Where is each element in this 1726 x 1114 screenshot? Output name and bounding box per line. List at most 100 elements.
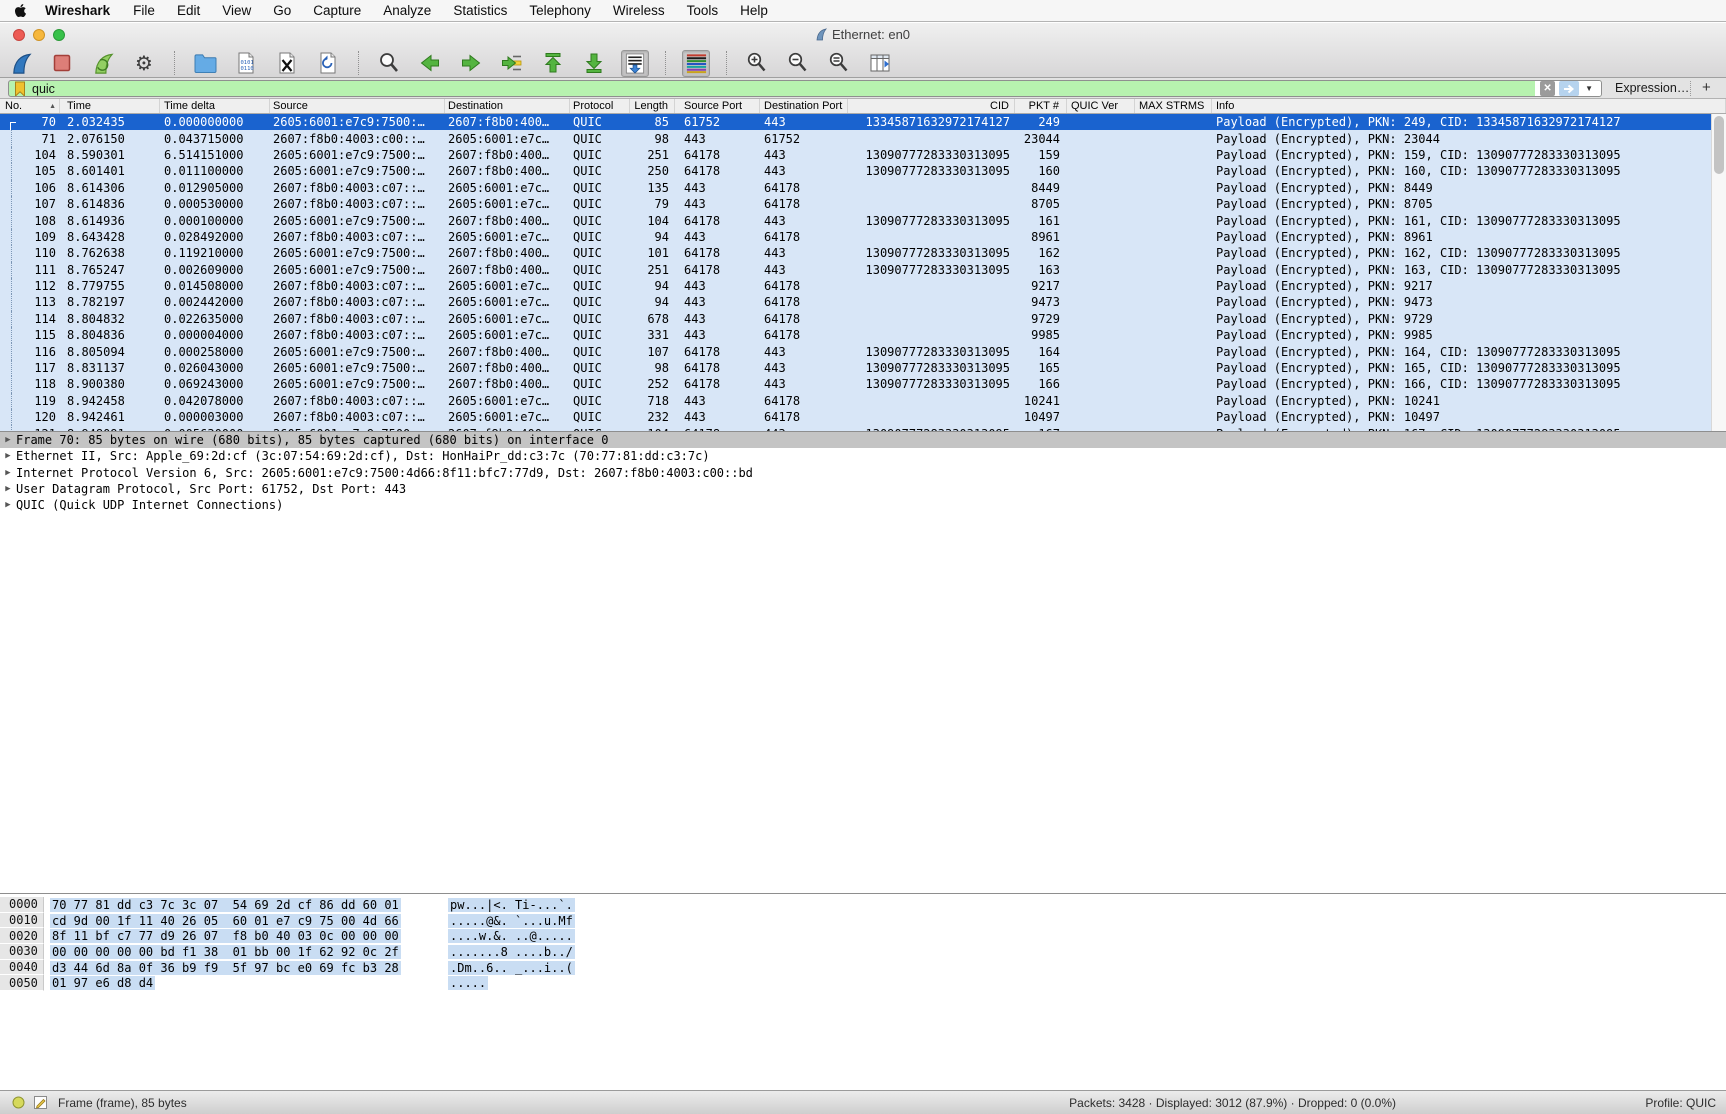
packet-row-120[interactable]: 1208.9424610.0000030002607:f8b0:4003:c07… — [0, 409, 1726, 425]
menu-telephony[interactable]: Telephony — [518, 3, 602, 18]
zoom-in-button[interactable] — [743, 50, 771, 77]
colorize-toggle[interactable] — [682, 50, 710, 77]
reload-capture-button[interactable] — [314, 50, 342, 77]
hex-bytes[interactable]: 70 77 81 dd c3 7c 3c 07 54 69 2d cf 86 d… — [44, 898, 448, 912]
packet-row-106[interactable]: 1068.6143060.0129050002607:f8b0:4003:c07… — [0, 180, 1726, 196]
go-forward-button[interactable] — [457, 50, 485, 77]
column-header-time-delta[interactable]: Time delta — [160, 99, 270, 113]
column-header-protocol[interactable]: Protocol — [570, 99, 630, 113]
column-header-time[interactable]: Time — [60, 99, 160, 113]
packet-list-scrollbar[interactable] — [1711, 114, 1726, 431]
packet-bytes-pane[interactable]: 000070 77 81 dd c3 7c 3c 07 54 69 2d cf … — [0, 893, 1726, 1090]
menu-file[interactable]: File — [122, 3, 166, 18]
hex-ascii[interactable]: .......8 ....b../ — [448, 945, 575, 959]
display-filter-field[interactable]: ✕ ▼ — [8, 80, 1602, 97]
hex-bytes[interactable]: cd 9d 00 1f 11 40 26 05 60 01 e7 c9 75 0… — [44, 914, 448, 928]
packet-list-pane[interactable]: 702.0324350.0000000002605:6001:e7c9:7500… — [0, 114, 1726, 431]
find-packet-button[interactable] — [375, 50, 403, 77]
column-header-quic-ver[interactable]: QUIC Ver — [1067, 99, 1135, 113]
packet-row-116[interactable]: 1168.8050940.0002580002605:6001:e7c9:750… — [0, 343, 1726, 359]
capture-options-button[interactable]: ⚙ — [130, 50, 158, 77]
menu-tools[interactable]: Tools — [676, 3, 730, 18]
hex-ascii[interactable]: .Dm..6.. _...i..( — [448, 961, 575, 975]
menu-help[interactable]: Help — [729, 3, 779, 18]
close-capture-button[interactable] — [273, 50, 301, 77]
packet-row-109[interactable]: 1098.6434280.0284920002607:f8b0:4003:c07… — [0, 229, 1726, 245]
packet-details-pane[interactable]: ▶Frame 70: 85 bytes on wire (680 bits), … — [0, 431, 1726, 893]
add-filter-button[interactable]: + — [1702, 79, 1711, 96]
packet-row-119[interactable]: 1198.9424580.0420780002607:f8b0:4003:c07… — [0, 393, 1726, 409]
disclosure-triangle-icon[interactable]: ▶ — [0, 451, 16, 461]
column-header-pkt[interactable]: PKT # — [1015, 99, 1067, 113]
packet-row-115[interactable]: 1158.8048360.0000040002607:f8b0:4003:c07… — [0, 327, 1726, 343]
hex-row-0040[interactable]: 0040d3 44 6d 8a 0f 36 b9 f9 5f 97 bc e0 … — [0, 960, 1726, 976]
disclosure-triangle-icon[interactable]: ▶ — [0, 435, 16, 445]
detail-row-2[interactable]: ▶Internet Protocol Version 6, Src: 2605:… — [0, 465, 1726, 481]
filter-bookmark-icon[interactable] — [14, 81, 26, 97]
go-back-button[interactable] — [416, 50, 444, 77]
hex-row-0030[interactable]: 003000 00 00 00 00 bd f1 38 01 bb 00 1f … — [0, 944, 1726, 960]
apple-logo-icon[interactable] — [14, 3, 27, 18]
menu-analyze[interactable]: Analyze — [372, 3, 442, 18]
menu-go[interactable]: Go — [262, 3, 302, 18]
go-last-packet-button[interactable] — [580, 50, 608, 77]
column-header-cid[interactable]: CID — [848, 99, 1015, 113]
column-header-max-strms[interactable]: MAX STRMS — [1135, 99, 1212, 113]
packet-row-107[interactable]: 1078.6148360.0005300002607:f8b0:4003:c07… — [0, 196, 1726, 212]
filter-history-dropdown-icon[interactable]: ▼ — [1583, 84, 1595, 93]
zoom-reset-button[interactable] — [825, 50, 853, 77]
save-capture-button[interactable]: 01010110 — [232, 50, 260, 77]
packet-row-112[interactable]: 1128.7797550.0145080002607:f8b0:4003:c07… — [0, 278, 1726, 294]
packet-row-114[interactable]: 1148.8048320.0226350002607:f8b0:4003:c07… — [0, 311, 1726, 327]
packet-row-108[interactable]: 1088.6149360.0001000002605:6001:e7c9:750… — [0, 212, 1726, 228]
hex-bytes[interactable]: 00 00 00 00 00 bd f1 38 01 bb 00 1f 62 9… — [44, 945, 448, 959]
restart-capture-button[interactable] — [89, 50, 117, 77]
packet-row-104[interactable]: 1048.5903016.5141510002605:6001:e7c9:750… — [0, 147, 1726, 163]
packet-row-111[interactable]: 1118.7652470.0026090002605:6001:e7c9:750… — [0, 262, 1726, 278]
column-header-source-port[interactable]: Source Port — [675, 99, 760, 113]
go-to-packet-button[interactable] — [498, 50, 526, 77]
display-filter-input[interactable] — [32, 82, 1535, 96]
hex-bytes[interactable]: d3 44 6d 8a 0f 36 b9 f9 5f 97 bc e0 69 f… — [44, 961, 448, 975]
hex-ascii[interactable]: pw...|<. Ti-...`. — [448, 898, 575, 912]
packet-row-70[interactable]: 702.0324350.0000000002605:6001:e7c9:7500… — [0, 114, 1726, 130]
column-header-length[interactable]: Length — [630, 99, 675, 113]
menu-statistics[interactable]: Statistics — [442, 3, 518, 18]
column-header-destination-port[interactable]: Destination Port — [760, 99, 848, 113]
hex-bytes[interactable]: 8f 11 bf c7 77 d9 26 07 f8 b0 40 03 0c 0… — [44, 929, 448, 943]
capture-comment-icon[interactable] — [33, 1095, 48, 1110]
disclosure-triangle-icon[interactable]: ▶ — [0, 500, 16, 510]
status-profile[interactable]: Profile: QUIC — [1645, 1096, 1716, 1110]
hex-ascii[interactable]: .....@&. `...u.Mf — [448, 914, 575, 928]
menu-edit[interactable]: Edit — [166, 3, 211, 18]
start-capture-button[interactable] — [7, 50, 35, 77]
expression-button[interactable]: Expression… — [1615, 81, 1689, 95]
packet-row-110[interactable]: 1108.7626380.1192100002605:6001:e7c9:750… — [0, 245, 1726, 261]
packet-row-117[interactable]: 1178.8311370.0260430002605:6001:e7c9:750… — [0, 360, 1726, 376]
detail-row-1[interactable]: ▶Ethernet II, Src: Apple_69:2d:cf (3c:07… — [0, 448, 1726, 464]
menu-wireshark[interactable]: Wireshark — [33, 3, 122, 18]
detail-row-0[interactable]: ▶Frame 70: 85 bytes on wire (680 bits), … — [0, 432, 1726, 448]
packet-row-113[interactable]: 1138.7821970.0024420002607:f8b0:4003:c07… — [0, 294, 1726, 310]
hex-row-0010[interactable]: 0010cd 9d 00 1f 11 40 26 05 60 01 e7 c9 … — [0, 913, 1726, 929]
disclosure-triangle-icon[interactable]: ▶ — [0, 468, 16, 478]
menu-view[interactable]: View — [211, 3, 262, 18]
menu-capture[interactable]: Capture — [302, 3, 372, 18]
hex-ascii[interactable]: ....w.&. ..@..... — [448, 929, 575, 943]
auto-scroll-toggle[interactable] — [621, 50, 649, 77]
hex-row-0000[interactable]: 000070 77 81 dd c3 7c 3c 07 54 69 2d cf … — [0, 897, 1726, 913]
packet-row-105[interactable]: 1058.6014010.0111000002605:6001:e7c9:750… — [0, 163, 1726, 179]
menu-wireless[interactable]: Wireless — [602, 3, 676, 18]
packet-row-118[interactable]: 1188.9003800.0692430002605:6001:e7c9:750… — [0, 376, 1726, 392]
disclosure-triangle-icon[interactable]: ▶ — [0, 484, 16, 494]
expert-info-icon[interactable] — [12, 1096, 25, 1109]
go-first-packet-button[interactable] — [539, 50, 567, 77]
detail-row-4[interactable]: ▶QUIC (Quick UDP Internet Connections) — [0, 497, 1726, 513]
hex-ascii[interactable]: ..... — [448, 976, 488, 990]
column-header-source[interactable]: Source — [270, 99, 445, 113]
column-header-info[interactable]: Info — [1212, 99, 1726, 113]
hex-row-0020[interactable]: 00208f 11 bf c7 77 d9 26 07 f8 b0 40 03 … — [0, 928, 1726, 944]
packet-row-71[interactable]: 712.0761500.0437150002607:f8b0:4003:c00:… — [0, 130, 1726, 146]
stop-capture-button[interactable] — [48, 50, 76, 77]
hex-bytes[interactable]: 01 97 e6 d8 d4 — [44, 976, 448, 990]
